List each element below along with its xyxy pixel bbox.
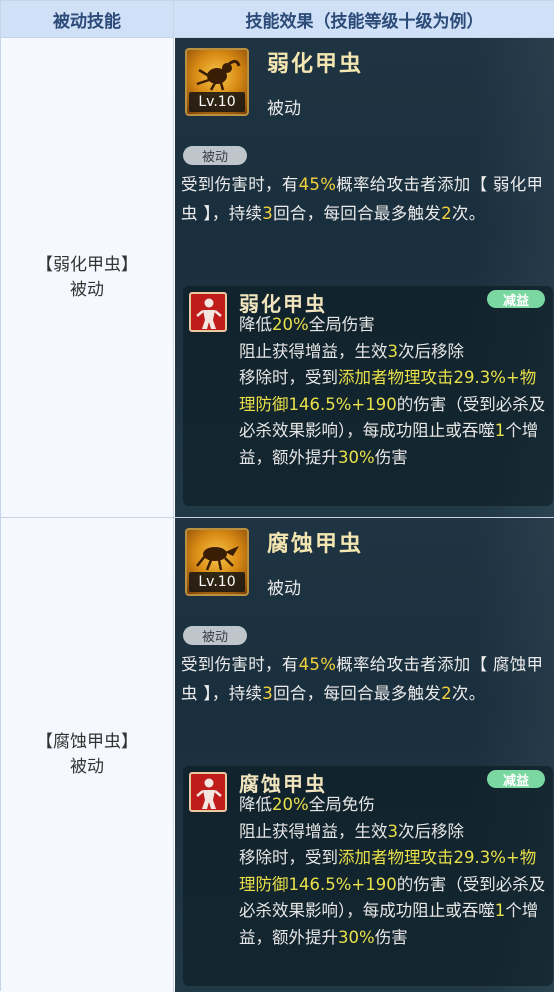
passive-tag: 被动 — [183, 626, 247, 645]
header-skill-effect: 技能效果（技能等级十级为例） — [174, 1, 554, 37]
value: 3 — [387, 341, 399, 361]
desc-text: 受到伤害时，有 — [181, 655, 299, 674]
text: 阻止获得增益，生效 — [239, 341, 388, 361]
row2-skill-name: 【腐蚀甲虫】 — [36, 732, 138, 752]
text: 全局伤害 — [308, 315, 375, 334]
value: 30% — [338, 927, 375, 947]
desc-value: 3 — [262, 684, 274, 703]
row2-skill-card: Lv.10 腐蚀甲虫 被动 被动 受到伤害时，有45%概率给攻击者添加【 腐蚀甲… — [175, 518, 554, 992]
skill-level: Lv.10 — [189, 572, 245, 592]
skill-title: 弱化甲虫 — [267, 52, 364, 77]
row1-skill-type: 被动 — [70, 279, 104, 300]
row1-skill-card: Lv.10 弱化甲虫 被动 被动 受到伤害时，有45%概率给攻击者添加【 弱化甲… — [175, 38, 554, 517]
skill-title: 腐蚀甲虫 — [267, 532, 364, 557]
debuff-description: 降低20%全局伤害 阻止获得增益，生效3次后移除 移除时，受到添加者物理攻击29.3… — [239, 312, 549, 471]
skill-description: 受到伤害时，有45%概率给攻击者添加【 腐蚀甲虫 】，持续3回合，每回合最多触发… — [181, 650, 547, 708]
row2-skill-type: 被动 — [70, 757, 104, 777]
text: 移除时，受到 — [239, 368, 338, 387]
value: 3 — [387, 821, 399, 841]
desc-value: 45% — [298, 655, 337, 674]
row1-skill-cell: 【弱化甲虫】 被动 — [1, 38, 174, 517]
debuff-panel: 腐蚀甲虫 减益 降低20%全局免伤 阻止获得增益，生效3次后移除 移除时，受到添加者… — [183, 766, 553, 986]
passive-tag: 被动 — [183, 146, 247, 165]
text: 伤害 — [374, 447, 408, 467]
debuff-description: 降低20%全局免伤 阻止获得增益，生效3次后移除 移除时，受到添加者物理攻击29.3… — [239, 792, 549, 951]
beetle-skill-icon: Lv.10 — [185, 48, 249, 116]
desc-text: 回合，每回合最多触发 — [273, 204, 442, 223]
text: 次后移除 — [398, 341, 464, 361]
desc-value: 2 — [441, 684, 452, 703]
debuff-figure-icon — [189, 772, 227, 812]
text: 阻止获得增益，生效 — [239, 821, 388, 841]
header-passive-skill: 被动技能 — [1, 1, 174, 37]
skill-level: Lv.10 — [189, 92, 245, 112]
value: 30% — [338, 447, 375, 467]
debuff-figure-icon — [189, 292, 227, 332]
text: 伤害 — [374, 927, 408, 947]
text: 降低 — [239, 315, 272, 334]
value: 20% — [272, 795, 309, 814]
value: 20% — [272, 315, 309, 334]
row2-skill-cell: 【腐蚀甲虫】 被动 — [1, 518, 174, 992]
desc-text: 次。 — [451, 204, 486, 223]
text: 移除时，受到 — [239, 848, 338, 867]
skill-table: 被动技能 技能效果（技能等级十级为例） 【弱化甲虫】 被动 Lv.10 弱化甲虫… — [0, 0, 554, 992]
debuff-badge: 减益 — [487, 770, 545, 789]
value: 1 — [494, 901, 506, 920]
beetle-skill-icon: Lv.10 — [185, 528, 249, 596]
desc-text: 次。 — [451, 684, 486, 703]
debuff-badge: 减益 — [487, 290, 545, 309]
text: 全局免伤 — [308, 795, 375, 814]
row1-skill-name: 【弱化甲虫】 — [36, 254, 138, 275]
desc-text: 回合，每回合最多触发 — [273, 684, 442, 703]
text: 降低 — [239, 795, 272, 814]
skill-type-label: 被动 — [267, 579, 301, 599]
debuff-panel: 弱化甲虫 减益 降低20%全局伤害 阻止获得增益，生效3次后移除 移除时，受到添加者… — [183, 286, 553, 506]
text: 次后移除 — [398, 821, 464, 841]
value: 1 — [494, 421, 506, 440]
desc-value: 45% — [298, 175, 337, 194]
skill-description: 受到伤害时，有45%概率给攻击者添加【 弱化甲虫 】，持续3回合，每回合最多触发… — [181, 170, 547, 228]
desc-value: 3 — [262, 204, 274, 223]
desc-value: 2 — [441, 204, 452, 223]
desc-text: 受到伤害时，有 — [181, 175, 299, 194]
skill-type-label: 被动 — [267, 99, 301, 119]
